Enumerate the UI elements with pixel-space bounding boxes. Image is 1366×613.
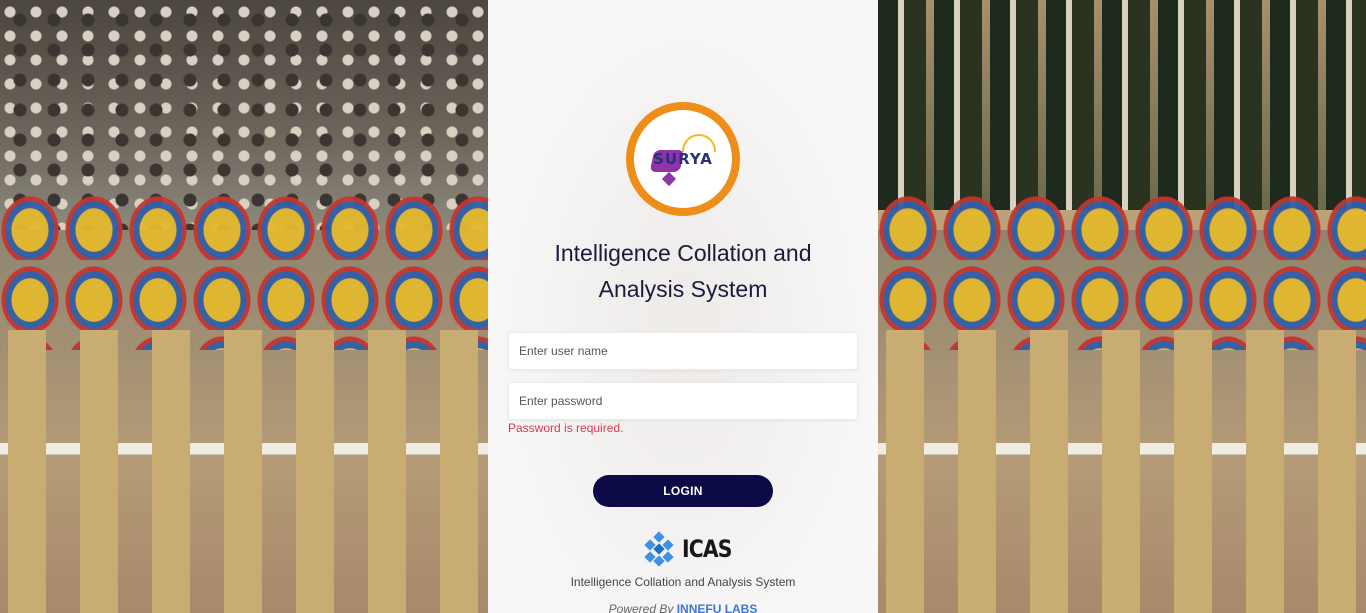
logo-text: SURYA — [653, 150, 713, 168]
page-title: Intelligence Collation and Analysis Syst… — [554, 240, 812, 302]
powered-by: Powered By INNEFU LABS — [488, 602, 878, 613]
username-input[interactable] — [508, 332, 858, 370]
icas-mark-icon — [642, 531, 676, 567]
footer-subtitle: Intelligence Collation and Analysis Syst… — [570, 575, 796, 589]
logo-badge: SURYA — [634, 110, 732, 208]
marching-soldiers — [878, 330, 1366, 613]
marching-soldiers — [0, 330, 488, 613]
diamond-icon — [661, 171, 677, 187]
icas-logo: ICAS — [642, 531, 740, 567]
background-photo-right — [878, 0, 1366, 613]
powered-by-prefix: Powered By — [608, 602, 674, 613]
background-photo-left — [0, 0, 488, 613]
parade-plumes — [0, 190, 488, 350]
password-input[interactable] — [508, 382, 858, 420]
password-error-message: Password is required. — [508, 421, 624, 435]
login-button[interactable]: LOGIN — [593, 475, 773, 507]
company-link[interactable]: INNEFU LABS — [677, 602, 758, 613]
icas-brand-text: ICAS — [682, 535, 733, 563]
login-panel: SURYA Intelligence Collation and Analysi… — [488, 0, 878, 613]
surya-logo: SURYA — [626, 102, 740, 216]
parade-plumes — [878, 190, 1366, 350]
military-band — [878, 0, 1366, 210]
